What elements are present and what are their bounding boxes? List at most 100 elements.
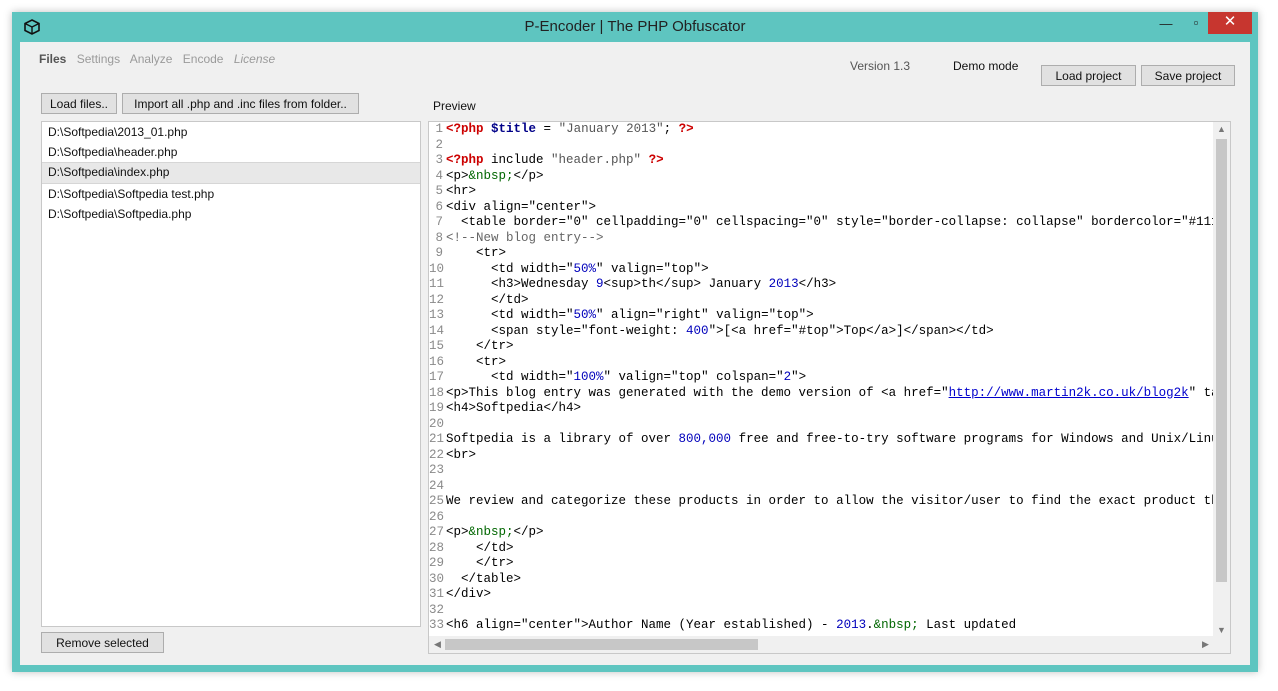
code-line: 24 <box>429 479 1214 495</box>
horizontal-scrollbar[interactable]: ◀ ▶ <box>429 636 1214 653</box>
menu-settings[interactable]: Settings <box>77 52 120 66</box>
code-line: 29 </tr> <box>429 556 514 570</box>
line-number: 25 <box>429 494 445 508</box>
code-line: 28 </td> <box>429 540 514 555</box>
line-number: 21 <box>429 432 445 446</box>
line-number: 4 <box>435 168 443 183</box>
code-line: 10 <td width="50%" valign="top"> <box>429 261 709 276</box>
file-list-item-selected[interactable]: D:\Softpedia\index.php <box>42 162 420 184</box>
code-line: 19 <h4>Softpedia</h4> <box>429 401 582 415</box>
code-line: 31 </div> <box>429 587 492 601</box>
code-line: 3 <?php include "header.php" ?> <box>429 153 1214 169</box>
code-line: 8 <!--New blog entry--> <box>429 231 1214 247</box>
file-list[interactable]: D:\Softpedia\2013_01.php D:\Softpedia\he… <box>41 121 421 627</box>
vertical-scrollbar[interactable]: ▲ ▼ <box>1213 122 1230 637</box>
vertical-scroll-thumb[interactable] <box>1216 139 1227 582</box>
line-number: 11 <box>429 277 445 291</box>
line-number: 23 <box>429 463 445 477</box>
code-line: 12 </td> <box>429 292 529 307</box>
line-number: 8 <box>435 230 443 245</box>
file-list-item[interactable]: D:\Softpedia\Softpedia.php <box>42 204 420 224</box>
line-number: 16 <box>429 354 445 369</box>
line-number: 28 <box>429 540 445 555</box>
menu-files[interactable]: Files <box>39 52 66 66</box>
code-line: 22 <br> <box>429 447 477 462</box>
scroll-down-icon[interactable]: ▼ <box>1213 625 1230 635</box>
code-line: 32 <box>429 603 1214 619</box>
scroll-left-icon[interactable]: ◀ <box>429 639 446 650</box>
line-number: 20 <box>429 416 445 431</box>
load-project-button[interactable]: Load project <box>1041 65 1136 86</box>
line-number: 12 <box>429 292 445 307</box>
file-list-item[interactable]: D:\Softpedia\header.php <box>42 142 420 162</box>
code-line: 9 <tr> <box>429 246 1214 262</box>
code-line: 20 <box>429 417 1214 433</box>
remove-selected-button[interactable]: Remove selected <box>41 632 164 653</box>
line-number: 27 <box>429 525 445 539</box>
client-area: Files Settings Analyze Encode License Ve… <box>20 42 1250 665</box>
line-number: 33 <box>429 618 445 632</box>
code-preview[interactable]: 1 <?php $title = "January 2013"; ?> 2 3 <?… <box>428 121 1231 654</box>
line-number: 22 <box>429 447 445 462</box>
close-button[interactable]: ✕ <box>1208 12 1252 34</box>
code-line: 14 <span style="font-weight: 400">[<a hr… <box>429 323 994 338</box>
line-number: 26 <box>429 509 445 524</box>
code-area[interactable]: 1 <?php $title = "January 2013"; ?> 2 3 <?… <box>429 122 1214 637</box>
line-number: 13 <box>429 308 445 322</box>
menu-license[interactable]: License <box>234 52 275 66</box>
maximize-button[interactable]: ▫ <box>1182 15 1210 37</box>
code-line: 5 <hr> <box>429 184 1214 200</box>
menu-analyze[interactable]: Analyze <box>130 52 173 66</box>
code-line: 26 <box>429 510 1214 526</box>
code-line: 30 </table> <box>429 571 522 586</box>
mode-label: Demo mode <box>953 59 1019 73</box>
line-number: 7 <box>435 215 443 229</box>
line-number: 32 <box>429 602 445 617</box>
code-line: 27 <p>&nbsp;</p> <box>429 525 544 539</box>
file-list-item[interactable]: D:\Softpedia\Softpedia test.php <box>42 184 420 204</box>
main-menu: Files Settings Analyze Encode License <box>39 52 282 66</box>
line-number: 19 <box>429 401 445 415</box>
window-title: P-Encoder | The PHP Obfuscator <box>524 18 746 35</box>
line-number: 17 <box>429 370 445 384</box>
code-line: 23 <box>429 463 1214 479</box>
code-line: 18 <p>This blog entry was generated with … <box>429 385 1214 400</box>
line-number: 30 <box>429 571 445 586</box>
code-line: 13 <td width="50%" align="right" valign=… <box>429 308 814 322</box>
import-folder-button[interactable]: Import all .php and .inc files from fold… <box>122 93 359 114</box>
code-line: 1 <?php $title = "January 2013"; ?> <box>429 122 1214 138</box>
version-label: Version 1.3 <box>850 59 911 73</box>
scroll-corner <box>1213 636 1230 653</box>
code-line: 6 <div align="center"> <box>429 200 1214 216</box>
code-line: 16 <tr> <box>429 354 507 369</box>
scroll-right-icon[interactable]: ▶ <box>1197 639 1214 650</box>
line-number: 31 <box>429 587 445 601</box>
file-list-item[interactable]: D:\Softpedia\2013_01.php <box>42 122 420 142</box>
app-window: P-Encoder | The PHP Obfuscator — ▫ ✕ Fil… <box>12 12 1258 672</box>
title-bar[interactable]: P-Encoder | The PHP Obfuscator — ▫ ✕ <box>12 12 1258 42</box>
line-number: 18 <box>429 385 445 400</box>
horizontal-scroll-thumb[interactable] <box>445 639 758 650</box>
scroll-up-icon[interactable]: ▲ <box>1213 124 1230 134</box>
line-number: 3 <box>435 153 443 167</box>
code-line: 4 <p>&nbsp;</p> <box>429 169 1214 185</box>
code-line: 2 <box>429 138 1214 154</box>
code-line: 17 <td width="100%" valign="top" colspan… <box>429 370 807 384</box>
line-number: 24 <box>429 478 445 493</box>
code-line: 11 <h3>Wednesday 9<sup>th</sup> January … <box>429 277 837 291</box>
code-link[interactable]: http://www.martin2k.co.uk/blog2k <box>949 386 1189 400</box>
code-line: 21 Softpedia is a library of over 800,000… <box>429 432 1214 446</box>
minimize-button[interactable]: — <box>1152 16 1180 38</box>
save-project-button[interactable]: Save project <box>1141 65 1235 86</box>
line-number: 29 <box>429 556 445 570</box>
load-files-button[interactable]: Load files.. <box>41 93 117 114</box>
line-number: 6 <box>435 199 443 214</box>
line-number: 9 <box>435 246 443 260</box>
line-number: 14 <box>429 323 445 338</box>
code-line: 33 <h6 align="center">Author Name (Year e… <box>429 618 1017 632</box>
code-line: 25 We review and categorize these product… <box>429 494 1214 508</box>
line-number: 1 <box>435 122 443 136</box>
preview-label: Preview <box>433 99 476 113</box>
line-number: 10 <box>429 261 445 276</box>
menu-encode[interactable]: Encode <box>183 52 224 66</box>
